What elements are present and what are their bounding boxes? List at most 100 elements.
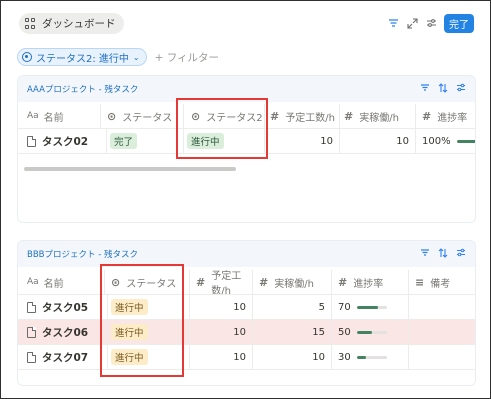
column-label: 名前	[43, 278, 64, 290]
task-name: タスク07	[42, 351, 89, 364]
cell-notes[interactable]	[409, 320, 475, 344]
number-icon: #	[344, 109, 354, 123]
settings-sliders-icon[interactable]	[456, 248, 466, 261]
planned-hours: 10	[233, 326, 246, 338]
progress-bar	[456, 139, 475, 143]
app-frame: ダッシュボード 完了 ステータス2: 進行中 ⌄ + フィルター AAAプロジェ…	[0, 0, 491, 399]
planned-hours: 10	[233, 351, 246, 363]
cell-actual[interactable]: 10	[253, 345, 332, 369]
column-label: 進捗率	[353, 278, 384, 290]
column-header-progress[interactable]: # 進捗率	[332, 270, 409, 294]
planned-hours: 10	[233, 301, 246, 313]
cell-planned[interactable]: 10	[265, 129, 340, 153]
task-name: タスク05	[42, 301, 89, 314]
column-header-planned[interactable]: # 予定工数/h	[190, 270, 253, 297]
number-icon: #	[338, 275, 348, 289]
progress-value: 50	[338, 326, 351, 338]
table-row[interactable]: タスク05 進行中 10 5 70	[18, 295, 475, 319]
column-header-status[interactable]: ⊙ ステータス	[107, 104, 184, 128]
column-header-name[interactable]: Aa 名前	[27, 104, 101, 128]
sort-icon[interactable]	[438, 82, 448, 96]
progress-value: 100%	[422, 135, 451, 147]
annotation-box	[100, 264, 184, 377]
column-label: 実稼働/h	[359, 112, 399, 124]
sort-icon[interactable]	[438, 247, 448, 261]
document-icon	[27, 135, 36, 147]
cell-progress[interactable]: 70	[332, 295, 409, 319]
cell-name[interactable]: タスク07	[27, 345, 108, 369]
dashboard-label: ダッシュボード	[42, 18, 116, 30]
cell-planned[interactable]: 10	[190, 320, 253, 344]
cell-planned[interactable]: 10	[190, 295, 253, 319]
cell-notes[interactable]	[409, 345, 475, 369]
column-header-actual[interactable]: # 実稼働/h	[253, 270, 332, 294]
document-icon	[27, 301, 36, 313]
status2-filter-chip[interactable]: ステータス2: 進行中 ⌄	[17, 48, 147, 66]
settings-sliders-icon[interactable]	[456, 83, 466, 96]
done-button[interactable]: 完了	[444, 14, 474, 33]
panel-bbb-header: BBBプロジェクト - 残タスク	[18, 241, 475, 267]
cell-name[interactable]: タスク05	[27, 295, 108, 319]
cell-planned[interactable]: 10	[190, 345, 253, 369]
progress-value: 70	[338, 301, 351, 313]
cell-progress[interactable]: 100%	[416, 129, 475, 153]
dashboard-chip[interactable]: ダッシュボード	[19, 13, 124, 34]
column-label: 予定工数/h	[211, 271, 242, 297]
panel-aaa-title: AAAプロジェクト - 残タスク	[27, 85, 139, 95]
panel-aaa: AAAプロジェクト - 残タスク Aa 名前 ⊙ ステータス ⊙ ステータス2 …	[17, 75, 476, 223]
table-header-row: Aa 名前 ⊙ ステータス # 予定工数/h # 実稼働/h # 進捗率 ≡ 備…	[18, 270, 475, 297]
panel-bbb-actions	[420, 247, 466, 261]
task-name: タスク02	[42, 135, 89, 148]
cell-actual[interactable]: 5	[253, 295, 332, 319]
actual-hours: 15	[312, 326, 325, 338]
horizontal-scrollbar[interactable]	[24, 167, 236, 171]
column-header-name[interactable]: Aa 名前	[27, 270, 105, 294]
cell-actual[interactable]: 15	[253, 320, 332, 344]
column-label: 名前	[43, 112, 64, 124]
text-type-icon: Aa	[27, 111, 39, 121]
actual-hours: 10	[312, 351, 325, 363]
column-label: 備考	[430, 278, 451, 290]
column-header-planned[interactable]: # 予定工数/h	[270, 104, 340, 128]
document-icon	[27, 351, 36, 363]
cell-actual[interactable]: 10	[340, 129, 416, 153]
table-row[interactable]: タスク06 進行中 10 15 50	[18, 320, 475, 344]
column-header-actual[interactable]: # 実稼働/h	[344, 104, 416, 128]
cell-progress[interactable]: 50	[332, 320, 409, 344]
progress-value: 30	[338, 351, 351, 363]
chevron-down-icon: ⌄	[132, 52, 140, 62]
filter-row: ステータス2: 進行中 ⌄ + フィルター	[17, 48, 219, 66]
number-icon: #	[196, 275, 206, 289]
cell-notes[interactable]	[409, 295, 475, 319]
number-icon: #	[270, 109, 280, 123]
status-tag: 完了	[110, 133, 138, 149]
column-header-progress[interactable]: # 進捗率	[422, 104, 475, 128]
top-bar: ダッシュボード 完了	[1, 1, 490, 41]
table-row[interactable]: タスク07 進行中 10 10 30	[18, 345, 475, 369]
progress-bar	[356, 305, 387, 309]
expand-icon[interactable]	[406, 17, 418, 30]
planned-hours: 10	[320, 135, 333, 147]
top-actions: 完了	[387, 14, 474, 33]
column-header-notes[interactable]: ≡ 備考	[409, 270, 475, 294]
annotation-box	[176, 98, 268, 159]
status-icon	[22, 52, 32, 62]
status-icon: ⊙	[107, 109, 117, 123]
actual-hours: 10	[396, 135, 409, 147]
settings-sliders-icon[interactable]	[425, 18, 437, 30]
cell-progress[interactable]: 30	[332, 345, 409, 369]
filter-icon[interactable]	[420, 83, 430, 96]
filter-icon[interactable]	[387, 18, 399, 30]
grid-icon	[25, 18, 36, 29]
cell-name[interactable]: タスク06	[27, 320, 108, 344]
cell-status[interactable]: 完了	[107, 129, 184, 153]
task-name: タスク06	[42, 326, 89, 339]
cell-name[interactable]: タスク02	[27, 129, 107, 153]
add-filter-button[interactable]: + フィルター	[155, 50, 219, 65]
column-label: ステータス	[122, 112, 173, 124]
progress-bar	[356, 330, 387, 334]
column-label: 実稼働/h	[274, 278, 314, 290]
panel-bbb: BBBプロジェクト - 残タスク Aa 名前 ⊙ ステータス # 予定工数/h …	[17, 240, 476, 386]
filter-icon[interactable]	[420, 248, 430, 261]
column-label: 進捗率	[437, 112, 468, 124]
